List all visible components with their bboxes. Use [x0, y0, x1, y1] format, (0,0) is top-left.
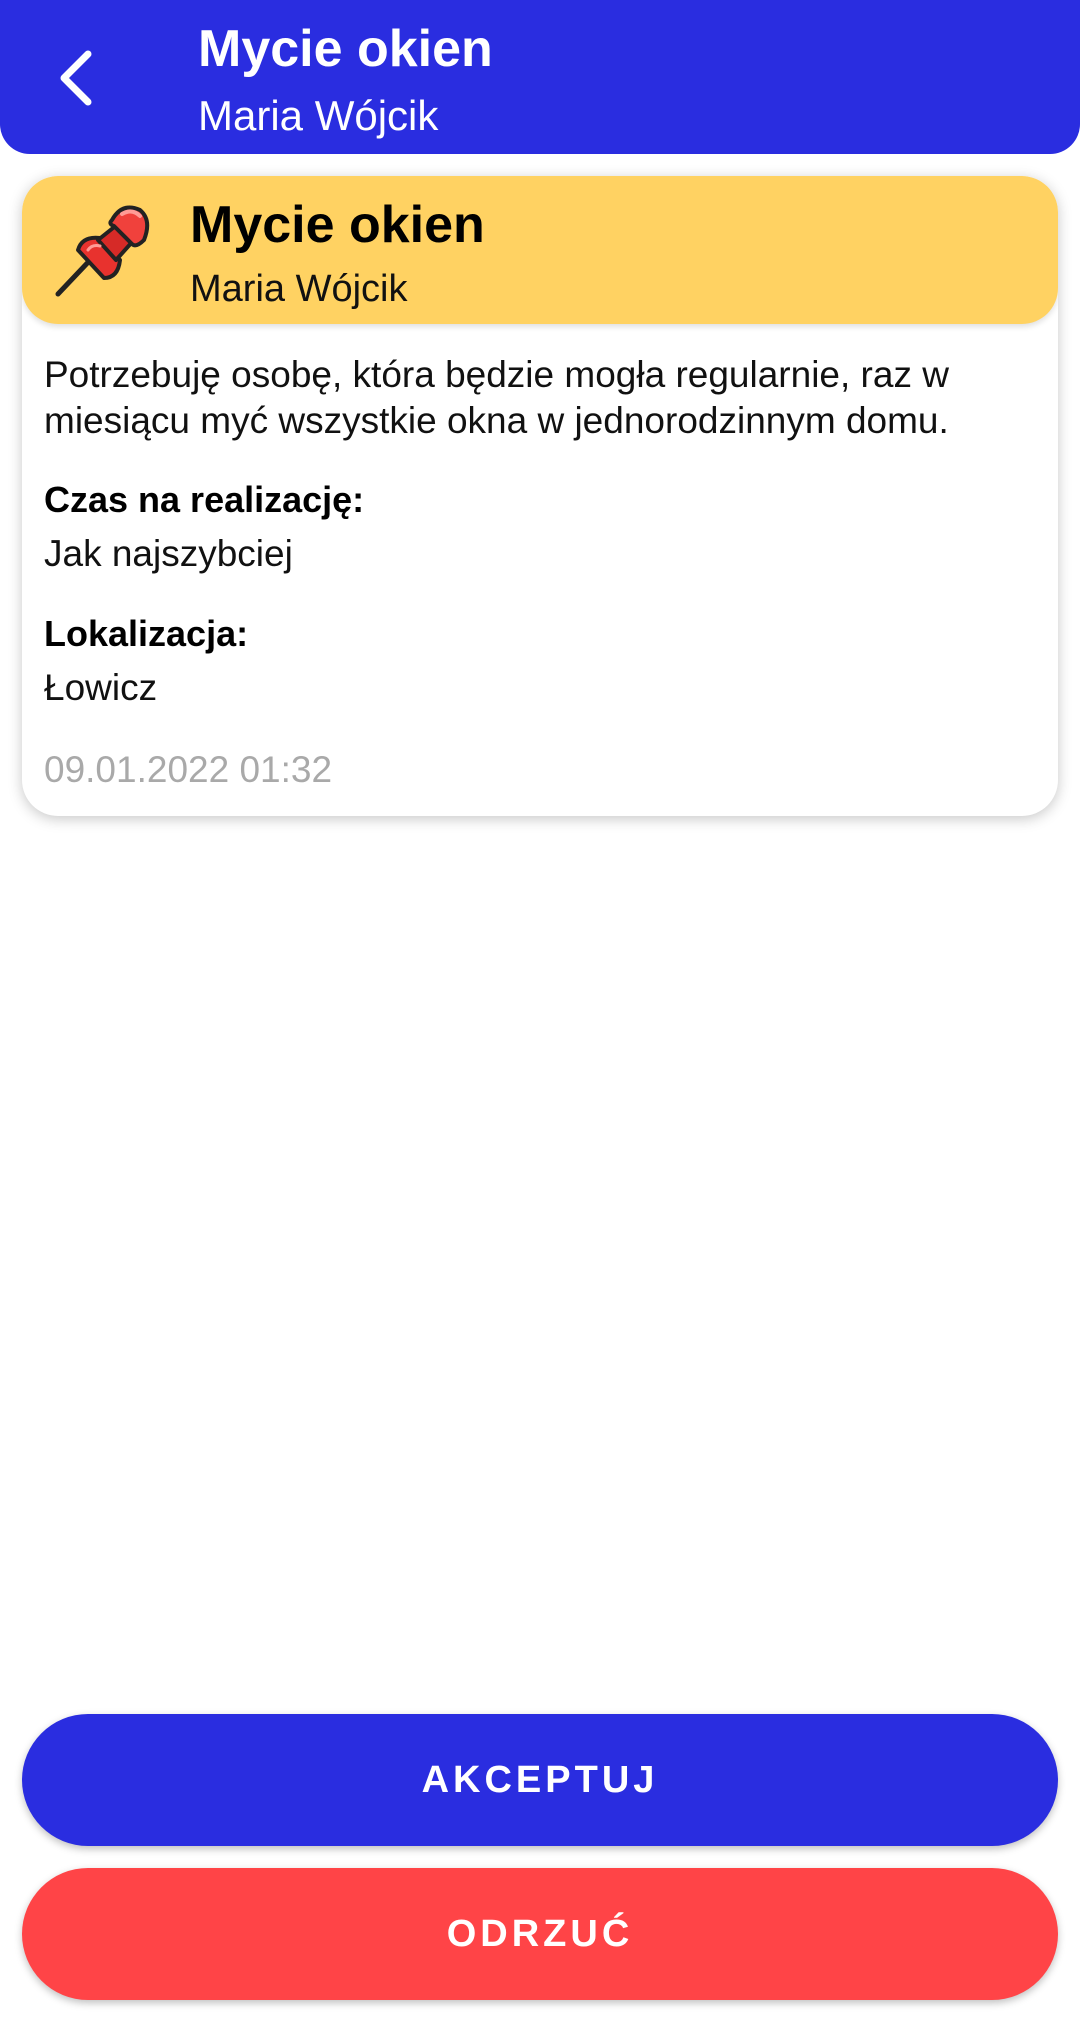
timestamp: 09.01.2022 01:32	[44, 749, 333, 790]
deadline-label: Czas na realizację:	[44, 479, 365, 520]
accept-button[interactable]: AKCEPTUJ	[22, 1714, 1058, 1846]
location-value: Łowicz	[44, 667, 158, 708]
reject-button[interactable]: ODRZUĆ	[22, 1868, 1058, 2000]
back-button[interactable]	[36, 30, 116, 126]
card-title: Mycie okien	[190, 196, 485, 254]
page-subtitle: Maria Wójcik	[198, 92, 439, 139]
offer-description: Potrzebuję osobę, która będzie mogła reg…	[44, 354, 949, 441]
offer-card: Mycie okien Maria Wójcik Potrzebuję osob…	[22, 176, 1058, 816]
pushpin-icon	[55, 205, 150, 297]
card-author: Maria Wójcik	[190, 268, 408, 310]
card-header: Mycie okien Maria Wójcik	[22, 176, 1058, 324]
page-title: Mycie okien	[198, 20, 493, 78]
location-label: Lokalizacja:	[44, 613, 249, 654]
chevron-left-icon	[60, 50, 92, 106]
deadline-value: Jak najszybciej	[44, 533, 293, 574]
app-bar: Mycie okien Maria Wójcik	[0, 0, 1080, 154]
